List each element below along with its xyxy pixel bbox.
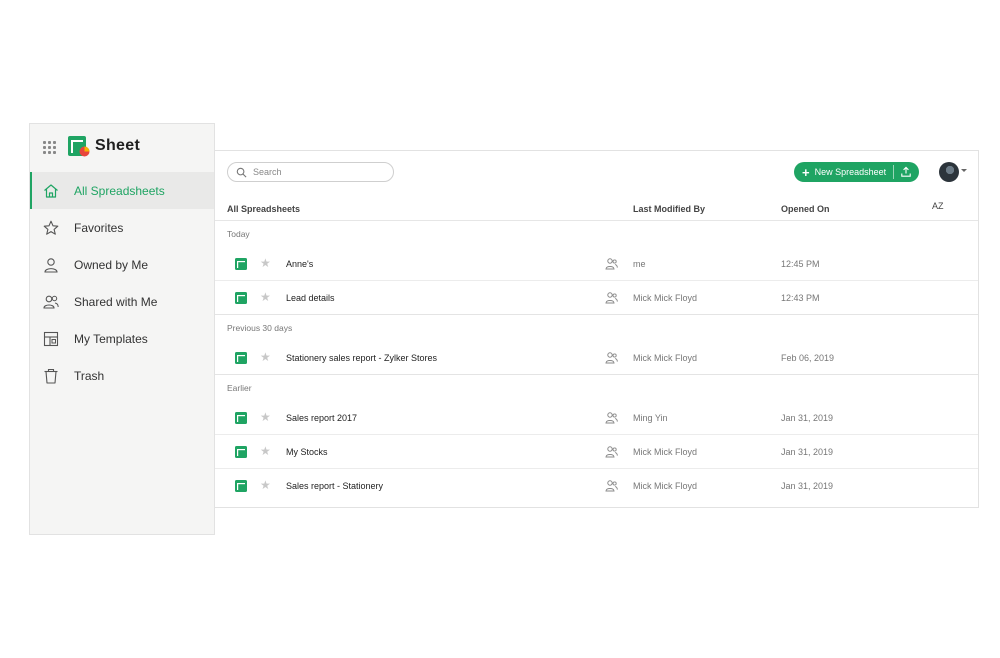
file-name[interactable]: Sales report - Stationery xyxy=(286,481,383,491)
new-spreadsheet-button[interactable]: + New Spreadsheet xyxy=(794,162,919,182)
table-row[interactable]: ★ My Stocks Mick Mick Floyd Jan 31, 2019 xyxy=(215,435,978,469)
shared-users-icon xyxy=(605,412,618,424)
opened-on: Jan 31, 2019 xyxy=(781,447,834,457)
favorite-star-icon[interactable]: ★ xyxy=(260,410,271,424)
sidebar-item-label: Owned by Me xyxy=(74,257,149,272)
column-header-last-modified-by[interactable]: Last Modified By xyxy=(633,204,705,214)
users-icon xyxy=(42,293,60,311)
shared-users-icon xyxy=(605,292,618,304)
avatar[interactable] xyxy=(939,162,959,182)
spreadsheet-icon xyxy=(235,412,247,424)
file-name[interactable]: Lead details xyxy=(286,293,335,303)
last-modified-by: Mick Mick Floyd xyxy=(633,481,698,491)
sidebar-item-label: Favorites xyxy=(74,220,124,235)
trash-icon xyxy=(42,367,60,385)
sidebar-nav: All Spreadsheets Favorites Owned by Me S… xyxy=(30,172,214,394)
favorite-star-icon[interactable]: ★ xyxy=(260,444,271,458)
group-title-today: Today xyxy=(227,229,250,239)
new-spreadsheet-label: New Spreadsheet xyxy=(814,167,887,177)
app-launcher-icon[interactable] xyxy=(43,141,56,154)
file-name[interactable]: Stationery sales report - Zylker Stores xyxy=(286,353,437,363)
sidebar-item-favorites[interactable]: Favorites xyxy=(30,209,214,246)
shared-users-icon xyxy=(605,352,618,364)
sidebar-item-label: Shared with Me xyxy=(74,294,158,309)
sidebar-item-label: All Spreadsheets xyxy=(74,183,165,198)
spreadsheet-icon xyxy=(235,352,247,364)
shared-users-icon xyxy=(605,258,618,270)
search-box[interactable] xyxy=(227,162,394,182)
last-modified-by: Mick Mick Floyd xyxy=(633,293,698,303)
shared-users-icon xyxy=(605,480,618,492)
spreadsheet-icon xyxy=(235,446,247,458)
last-modified-by: Ming Yin xyxy=(633,413,668,423)
sidebar-item-my-templates[interactable]: My Templates xyxy=(30,320,214,357)
opened-on: Jan 31, 2019 xyxy=(781,413,834,423)
upload-icon[interactable] xyxy=(900,166,912,178)
search-icon xyxy=(236,167,247,177)
sidebar-item-all-spreadsheets[interactable]: All Spreadsheets xyxy=(30,172,214,209)
file-name[interactable]: My Stocks xyxy=(286,447,328,457)
favorite-star-icon[interactable]: ★ xyxy=(260,256,271,270)
sheet-logo-icon xyxy=(68,136,90,157)
sidebar-item-label: Trash xyxy=(74,368,105,383)
chevron-down-icon[interactable] xyxy=(961,169,967,172)
table-row[interactable]: ★ Lead details Mick Mick Floyd 12:43 PM xyxy=(215,281,978,315)
button-divider xyxy=(893,165,894,179)
sidebar: Sheet All Spreadsheets Favorites Owned b… xyxy=(29,123,215,535)
plus-icon: + xyxy=(802,164,810,180)
group-title-earlier: Earlier xyxy=(227,383,252,393)
main-panel: + New Spreadsheet All Spreadsheets Last … xyxy=(215,150,979,508)
spreadsheet-icon xyxy=(235,258,247,270)
opened-on: 12:45 PM xyxy=(781,259,820,269)
brand-header: Sheet xyxy=(30,124,214,170)
column-header-opened-on[interactable]: Opened On xyxy=(781,204,830,214)
last-modified-by: me xyxy=(633,259,646,269)
table-row[interactable]: ★ Anne's me 12:45 PM xyxy=(215,247,978,281)
file-list: Today ★ Anne's me 12:45 PM ★ Lead detail… xyxy=(215,221,978,503)
favorite-star-icon[interactable]: ★ xyxy=(260,350,271,364)
user-icon xyxy=(42,256,60,274)
templates-icon xyxy=(42,330,60,348)
sidebar-item-shared-with-me[interactable]: Shared with Me xyxy=(30,283,214,320)
table-row[interactable]: ★ Sales report 2017 Ming Yin Jan 31, 201… xyxy=(215,401,978,435)
app-name: Sheet xyxy=(95,137,141,154)
last-modified-by: Mick Mick Floyd xyxy=(633,353,698,363)
sidebar-item-trash[interactable]: Trash xyxy=(30,357,214,394)
spreadsheet-icon xyxy=(235,292,247,304)
sidebar-item-owned-by-me[interactable]: Owned by Me xyxy=(30,246,214,283)
table-row[interactable]: ★ Sales report - Stationery Mick Mick Fl… xyxy=(215,469,978,503)
column-header-name[interactable]: All Spreadsheets xyxy=(227,204,300,214)
opened-on: 12:43 PM xyxy=(781,293,820,303)
file-name[interactable]: Sales report 2017 xyxy=(286,413,357,423)
favorite-star-icon[interactable]: ★ xyxy=(260,478,271,492)
spreadsheet-icon xyxy=(235,480,247,492)
sort-az-icon[interactable]: AZ xyxy=(932,201,946,215)
favorite-star-icon[interactable]: ★ xyxy=(260,290,271,304)
file-name[interactable]: Anne's xyxy=(286,259,313,269)
search-input[interactable] xyxy=(253,167,383,177)
star-icon xyxy=(42,219,60,237)
opened-on: Jan 31, 2019 xyxy=(781,481,834,491)
table-row[interactable]: ★ Stationery sales report - Zylker Store… xyxy=(215,341,978,375)
sidebar-item-label: My Templates xyxy=(74,331,148,346)
shared-users-icon xyxy=(605,446,618,458)
home-icon xyxy=(42,182,60,200)
group-title-previous-30-days: Previous 30 days xyxy=(227,323,293,333)
opened-on: Feb 06, 2019 xyxy=(781,353,835,363)
last-modified-by: Mick Mick Floyd xyxy=(633,447,698,457)
